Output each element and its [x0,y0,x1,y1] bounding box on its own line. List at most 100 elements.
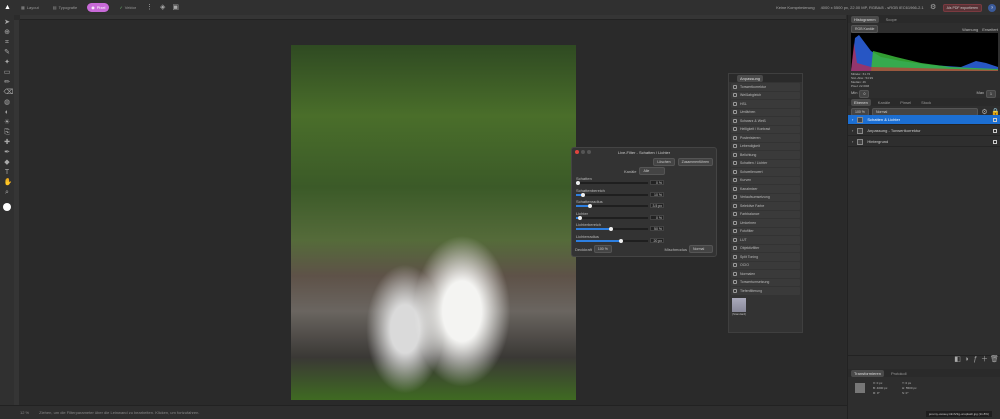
view-mode-icon[interactable]: ▣ [172,4,179,11]
persona-pixel[interactable]: ◉ Pixel [87,3,110,12]
slider-handle[interactable] [608,227,613,231]
visibility-checkbox[interactable] [993,139,997,144]
add-layer-icon[interactable]: ＋ [981,356,988,363]
shape-tool-icon[interactable]: ◆ [4,159,11,166]
adjustment-item[interactable]: Objektivfilter [731,244,800,252]
transform-field[interactable]: X: 0 px [873,381,898,385]
adjustment-item[interactable]: Fotofilter [731,227,800,235]
expand-icon[interactable]: › [852,139,853,144]
color-swatch[interactable] [3,203,11,211]
adjustment-item[interactable]: LUT [731,236,800,244]
pen-tool-icon[interactable]: ✒ [4,149,11,156]
clone-tool-icon[interactable]: ⎘ [4,129,11,136]
merge-button[interactable]: Zusammenführen [677,158,713,166]
warning-checkbox[interactable]: Warnung [962,27,978,32]
adjustment-icon[interactable]: ◑ [963,356,970,363]
mask-icon[interactable]: ◧ [954,356,961,363]
tab-transform[interactable]: Transformieren [851,369,884,377]
adjustment-item[interactable]: Posterisieren [731,134,800,142]
slider-value-field[interactable]: 20 px [650,237,664,243]
slider-track[interactable] [576,215,648,220]
fx-icon[interactable]: ƒ [972,356,979,363]
slider-track[interactable] [576,227,648,231]
healing-tool-icon[interactable]: ✚ [4,139,11,146]
zoom-level[interactable]: 12 % [20,410,29,415]
adjustment-item[interactable]: Selektive Farbe [731,202,800,210]
gradient-tool-icon[interactable]: ◐ [4,109,11,116]
adjustment-item[interactable]: Schwarz & Weiß [731,117,800,125]
layer-row[interactable]: › Hintergrund [848,137,1000,147]
zoom-tool-icon[interactable]: ⌕ [4,189,11,196]
visibility-checkbox[interactable] [993,117,997,122]
adjustment-item[interactable]: Kurven [731,176,800,184]
slider-value-field[interactable]: 0 % [650,180,664,185]
opacity-field[interactable]: 100 % [593,245,612,253]
tab-stock[interactable]: Stock [918,99,934,106]
zoom-icon[interactable] [587,150,591,154]
marquee-icon[interactable]: ▭ [4,69,11,76]
slider-track[interactable] [576,238,648,243]
adjustment-item[interactable]: Helligkeit / Kontrast [731,125,800,133]
persona-typography[interactable]: ▤ Typografie [49,3,81,12]
slider-handle[interactable] [577,215,582,220]
tab-brushes[interactable]: Pinsel [897,99,914,106]
brush-tool-icon[interactable]: ✏ [4,79,11,86]
max-field[interactable]: 1 [986,90,996,98]
snapping-icon[interactable]: ◈ [159,4,166,11]
tab-history[interactable]: Protokoll [888,370,910,377]
tab-layers[interactable]: Ebenen [851,98,871,106]
transform-field[interactable]: Y: 0 px [902,381,927,385]
layer-row[interactable]: › Schatten & Lichter [848,115,1000,125]
app-logo-icon[interactable]: ▲ [4,4,11,11]
persona-vector[interactable]: ✓ Vektor [115,3,140,12]
adjustment-item[interactable]: Tonwertkorrektur [731,83,800,91]
tab-channels[interactable]: Kanäle [875,99,893,106]
slider-value-field[interactable]: 0 % [650,214,664,220]
adjustment-item[interactable]: Split Toning [731,253,800,261]
adjustment-item[interactable]: Umkehren [731,219,800,227]
trash-icon[interactable]: 🗑 [990,356,999,363]
help-button[interactable]: ? [988,3,996,12]
slider-handle[interactable] [581,192,586,197]
tab-scope[interactable]: Scope [883,16,900,23]
anchor-selector[interactable] [855,383,865,393]
adjustment-item[interactable]: Normalen [731,270,800,278]
slider-value-field[interactable]: 10 % [650,191,664,197]
adjustment-item[interactable]: Weißabgleich [731,91,800,99]
flood-select-icon[interactable]: ✦ [4,59,11,66]
expand-icon[interactable]: › [852,117,853,122]
adjustment-item[interactable]: Lebendigkeit [731,142,800,150]
delete-button[interactable]: Löschen [653,158,675,166]
adjustment-item[interactable]: Belichtung [731,151,800,159]
adjustment-item[interactable]: Kanalmixer [731,185,800,193]
compression-label[interactable]: Keine Komprimierung [776,5,814,10]
adjustment-item[interactable]: HSL [731,100,800,108]
adjustments-tab[interactable]: Anpassung [737,74,764,82]
transform-field[interactable]: B: 4000 px [873,386,898,390]
eraser-icon[interactable]: ⌫ [4,89,14,96]
document-image-waterfall[interactable] [291,45,576,400]
view-tool-icon[interactable]: ⊕ [4,29,11,36]
adjustment-item[interactable]: Schatten / Lichter [731,159,800,167]
fill-tool-icon[interactable]: ◍ [4,99,11,106]
hand-tool-icon[interactable]: ✋ [4,179,13,186]
adjustment-item[interactable]: Farbbalance [731,210,800,218]
adjustment-item[interactable]: Verlaufsumsetzung [731,193,800,201]
min-field[interactable]: 0 [859,90,870,98]
settings-icon[interactable]: ⚙ [930,4,937,11]
slider-handle[interactable] [618,238,623,243]
tab-histogram[interactable]: Histogramm [851,15,879,23]
more-icon[interactable]: ⋮ [146,4,153,11]
transform-field[interactable]: R: 0° [873,391,898,395]
slider-value-field[interactable]: 3.5 px [650,203,664,208]
persona-layout[interactable]: ▦ Layout [17,3,43,12]
slider-value-field[interactable]: 50 % [650,226,664,231]
advanced-checkbox[interactable]: Erweitert [982,27,998,32]
slider-track[interactable] [576,181,648,185]
adjustment-item[interactable]: Tonwertumsetzung [731,278,800,286]
slider-track[interactable] [576,204,648,208]
blend-mode-select[interactable]: Normal [689,245,713,253]
adjustment-item[interactable]: Schwellenwert [731,168,800,176]
expand-icon[interactable]: › [852,128,853,133]
text-tool-icon[interactable]: T [4,169,11,176]
